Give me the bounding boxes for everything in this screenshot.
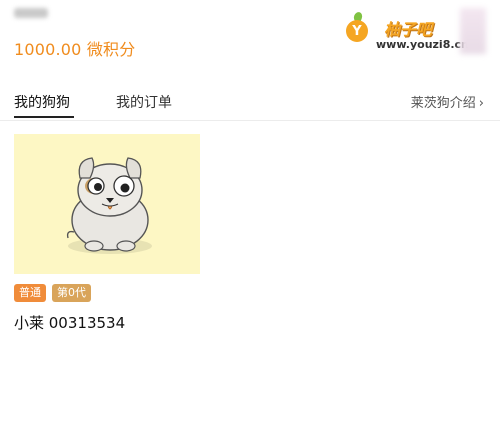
dog-name: 小莱 00313534 <box>14 314 126 332</box>
watermark-url: www.youzi8.cn <box>376 38 469 51</box>
dog-badges: 普通 第0代 <box>14 284 91 302</box>
chevron-right-icon: › <box>478 96 484 111</box>
dog-card[interactable]: 普通 第0代 小莱 00313534 <box>14 134 200 332</box>
dog-image <box>14 134 200 274</box>
dog-illustration <box>66 157 152 254</box>
balance-text: 1000.00 微积分 <box>14 40 136 59</box>
watermark-logo: Y 柚子吧 www.youzi8.cn <box>346 8 486 56</box>
tab-bar: 我的狗狗 我的订单 莱茨狗介绍 › <box>0 80 500 121</box>
active-tab-indicator <box>14 116 74 118</box>
watermark-title: 柚子吧 <box>384 20 433 39</box>
intro-link-label: 莱茨狗介绍 <box>410 96 476 111</box>
laici-dog-intro-link[interactable]: 莱茨狗介绍 › <box>411 92 484 111</box>
tab-my-dogs[interactable]: 我的狗狗 <box>14 92 70 112</box>
watermark-blur <box>460 8 486 54</box>
rarity-badge: 普通 <box>14 284 46 302</box>
generation-badge: 第0代 <box>52 284 91 302</box>
username-blurred <box>14 8 48 18</box>
tab-my-orders[interactable]: 我的订单 <box>116 92 172 112</box>
youzi-logo-icon: Y <box>346 20 368 42</box>
